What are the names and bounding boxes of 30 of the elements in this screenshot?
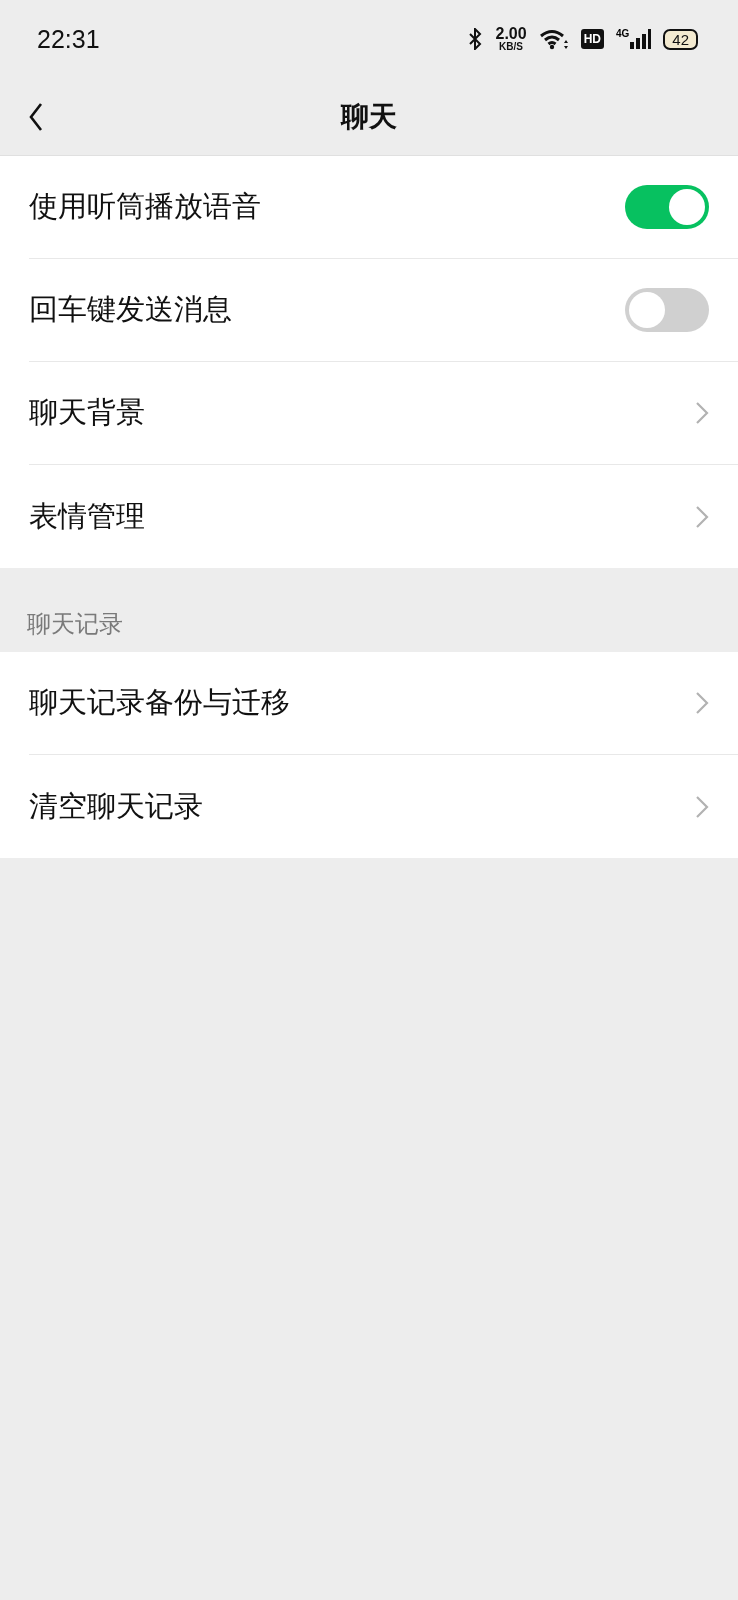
page-title: 聊天 xyxy=(341,98,397,135)
network-type: 4G xyxy=(615,28,630,39)
settings-row[interactable]: 使用听筒播放语音 xyxy=(29,156,738,259)
chevron-icon xyxy=(695,504,709,529)
signal-icon xyxy=(629,28,652,50)
row-label: 清空聊天记录 xyxy=(29,787,203,825)
network-speed: 2.00 xyxy=(495,26,527,42)
row-label: 表情管理 xyxy=(29,497,145,535)
toggle-switch[interactable] xyxy=(625,185,709,229)
battery-indicator: 42 xyxy=(663,28,698,50)
chevron-icon xyxy=(695,691,709,715)
chevron-icon xyxy=(695,401,709,425)
hd-badge: HD xyxy=(580,29,604,49)
speed-unit: KB/S xyxy=(499,42,523,52)
row-label: 聊天背景 xyxy=(29,394,145,431)
row-label: 回车键发送消息 xyxy=(29,291,232,328)
settings-row[interactable]: 聊天背景 xyxy=(29,362,738,465)
wifi-icon xyxy=(538,28,569,50)
settings-row[interactable]: 聊天记录备份与迁移 xyxy=(29,652,738,755)
bluetooth-icon xyxy=(467,28,484,50)
settings-row[interactable]: 回车键发送消息 xyxy=(29,259,738,362)
settings-row[interactable]: 清空聊天记录 xyxy=(29,755,738,858)
toggle-switch[interactable] xyxy=(625,288,709,332)
section-header: 聊天记录 xyxy=(26,609,124,640)
chevron-icon xyxy=(695,794,709,819)
status-time: 22:31 xyxy=(37,24,100,54)
row-label: 使用听筒播放语音 xyxy=(29,188,261,225)
settings-row[interactable]: 表情管理 xyxy=(29,465,738,568)
back-icon xyxy=(28,102,44,132)
row-label: 聊天记录备份与迁移 xyxy=(29,684,290,721)
